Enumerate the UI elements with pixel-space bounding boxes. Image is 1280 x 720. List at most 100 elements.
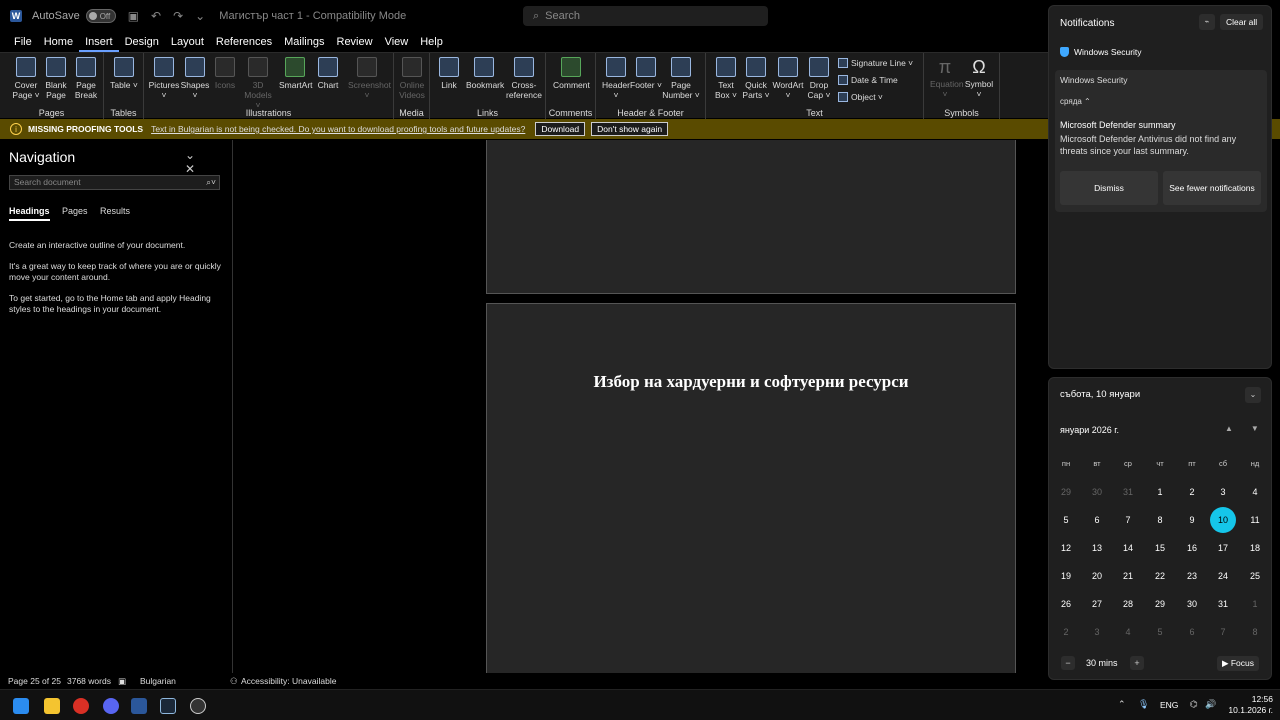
document-heading[interactable]: Избор на хардуерни и софтуерни ресурси (487, 372, 1015, 392)
calendar-day[interactable]: 13 (1084, 535, 1110, 561)
clear-all-button[interactable]: Clear all (1220, 14, 1264, 30)
calendar-day[interactable]: 31 (1210, 591, 1236, 617)
tab-file[interactable]: File (8, 32, 38, 52)
chevron-down-icon[interactable]: ⌄ (185, 148, 195, 162)
calendar-day[interactable]: 31 (1115, 479, 1141, 505)
download-button[interactable]: Download (535, 122, 586, 136)
calendar-day[interactable]: 14 (1115, 535, 1141, 561)
calendar-day[interactable]: 7 (1115, 507, 1141, 533)
discord-icon[interactable] (103, 698, 119, 714)
link-button[interactable]: Link (433, 57, 465, 90)
search-document-input[interactable]: Search document ⌕˅ (9, 175, 220, 190)
tab-mailings[interactable]: Mailings (278, 32, 330, 52)
language-indicator[interactable]: Bulgarian (140, 676, 176, 686)
chart-button[interactable]: Chart (312, 57, 344, 90)
footer-button[interactable]: Footer ˅ (630, 57, 662, 90)
calendar-day[interactable]: 28 (1115, 591, 1141, 617)
comment-button[interactable]: Comment (553, 57, 590, 90)
calendar-day[interactable]: 23 (1179, 563, 1205, 589)
calendar-day[interactable]: 15 (1147, 535, 1173, 561)
calendar-day[interactable]: 6 (1084, 507, 1110, 533)
tab-headings[interactable]: Headings (9, 206, 50, 221)
calendar-day[interactable]: 11 (1242, 507, 1268, 533)
notification-day[interactable]: сряда ⌃ (1060, 97, 1091, 106)
cross-reference-button[interactable]: Cross-reference (506, 57, 542, 100)
calendar-day[interactable]: 27 (1084, 591, 1110, 617)
search-input[interactable]: ⌕ Search (523, 6, 768, 26)
document-canvas[interactable]: Избор на хардуерни и софтуерни ресурси (234, 140, 1048, 673)
tab-help[interactable]: Help (414, 32, 449, 52)
tab-view[interactable]: View (379, 32, 415, 52)
tray-overflow-icon[interactable]: ⌃ (1118, 699, 1126, 710)
app-icon[interactable] (190, 698, 206, 714)
save-icon[interactable]: ▣ (128, 9, 139, 23)
calendar-day[interactable]: 4 (1115, 619, 1141, 645)
calendar-month[interactable]: януари 2026 г. (1060, 425, 1119, 435)
calendar-day[interactable]: 18 (1242, 535, 1268, 561)
table-button[interactable]: Table ˅ (108, 57, 140, 90)
smartart-button[interactable]: SmartArt (279, 57, 313, 90)
calendar-day[interactable]: 16 (1179, 535, 1205, 561)
bookmark-button[interactable]: Bookmark (466, 57, 504, 90)
text-box-button[interactable]: Text Box ˅ (710, 57, 742, 100)
customize-toolbar-icon[interactable]: ⌄ (195, 9, 205, 23)
calendar-day[interactable]: 30 (1179, 591, 1205, 617)
undo-icon[interactable]: ↶ (151, 9, 161, 23)
notification-card[interactable]: Windows Security сряда ⌃ Microsoft Defen… (1055, 70, 1267, 212)
calendar-day[interactable]: 22 (1147, 563, 1173, 589)
object-button[interactable]: Object ˅ (838, 92, 883, 102)
calendar-day[interactable]: 3 (1210, 479, 1236, 505)
calendar-day[interactable]: 6 (1179, 619, 1205, 645)
calendar-day[interactable]: 19 (1053, 563, 1079, 589)
calendar-day[interactable]: 7 (1210, 619, 1236, 645)
microphone-icon[interactable]: 🎙 (1138, 699, 1149, 710)
chevron-down-icon[interactable]: ⌄ (1245, 387, 1261, 403)
word-taskbar-icon[interactable] (131, 698, 147, 714)
cover-page-button[interactable]: Cover Page ˅ (10, 57, 42, 100)
see-fewer-notifications-button[interactable]: See fewer notifications (1163, 171, 1261, 205)
calendar-day[interactable]: 12 (1053, 535, 1079, 561)
equation-button[interactable]: π Equation ˅ (930, 57, 964, 99)
symbol-button[interactable]: Ω Symbol ˅ (964, 57, 994, 99)
next-month-icon[interactable]: ▼ (1251, 424, 1259, 433)
steam-icon[interactable] (160, 698, 176, 714)
drop-cap-button[interactable]: Drop Cap ˅ (803, 57, 835, 100)
autosave-toggle[interactable]: Off (85, 9, 116, 23)
clock[interactable]: 12:56 10.1.2026 г. (1223, 694, 1273, 716)
calendar-day[interactable]: 5 (1053, 507, 1079, 533)
date-time-button[interactable]: Date & Time (838, 75, 898, 85)
tab-results[interactable]: Results (100, 206, 130, 216)
calendar-day[interactable]: 1 (1147, 479, 1173, 505)
tab-design[interactable]: Design (119, 32, 165, 52)
word-count[interactable]: 3768 words (67, 676, 111, 686)
do-not-disturb-icon[interactable]: ⌁ (1199, 14, 1215, 30)
redo-icon[interactable]: ↷ (173, 9, 183, 23)
calendar-day[interactable]: 29 (1147, 591, 1173, 617)
chrome-icon[interactable] (73, 698, 89, 714)
proofing-icon[interactable]: ▣ (118, 676, 126, 687)
network-icon[interactable]: ⌬ (1190, 699, 1198, 710)
increase-minutes-button[interactable]: + (1130, 656, 1144, 670)
tab-layout[interactable]: Layout (165, 32, 210, 52)
calendar-day[interactable]: 2 (1053, 619, 1079, 645)
calendar-day[interactable]: 17 (1210, 535, 1236, 561)
language-indicator-taskbar[interactable]: ENG (1160, 700, 1178, 710)
calendar-day[interactable]: 5 (1147, 619, 1173, 645)
tab-pages[interactable]: Pages (62, 206, 88, 216)
close-icon[interactable]: ✕ (185, 162, 195, 176)
document-title[interactable]: Магистър част 1 - Compatibility Mode (219, 10, 406, 22)
calendar-day[interactable]: 29 (1053, 479, 1079, 505)
calendar-day[interactable]: 26 (1053, 591, 1079, 617)
volume-icon[interactable]: 🔊 (1205, 699, 1216, 710)
online-videos-button[interactable]: Online Videos (396, 57, 428, 100)
calendar-day[interactable]: 20 (1084, 563, 1110, 589)
document-page[interactable] (486, 140, 1016, 294)
signature-line-button[interactable]: Signature Line ˅ (838, 58, 913, 68)
calendar-day[interactable]: 3 (1084, 619, 1110, 645)
blank-page-button[interactable]: Blank Page (40, 57, 72, 100)
focus-start-button[interactable]: ▶ Focus (1217, 656, 1259, 671)
calendar-day[interactable]: 8 (1242, 619, 1268, 645)
page-break-button[interactable]: Page Break (70, 57, 102, 100)
tab-home[interactable]: Home (38, 32, 79, 52)
calendar-day[interactable]: 10 (1210, 507, 1236, 533)
